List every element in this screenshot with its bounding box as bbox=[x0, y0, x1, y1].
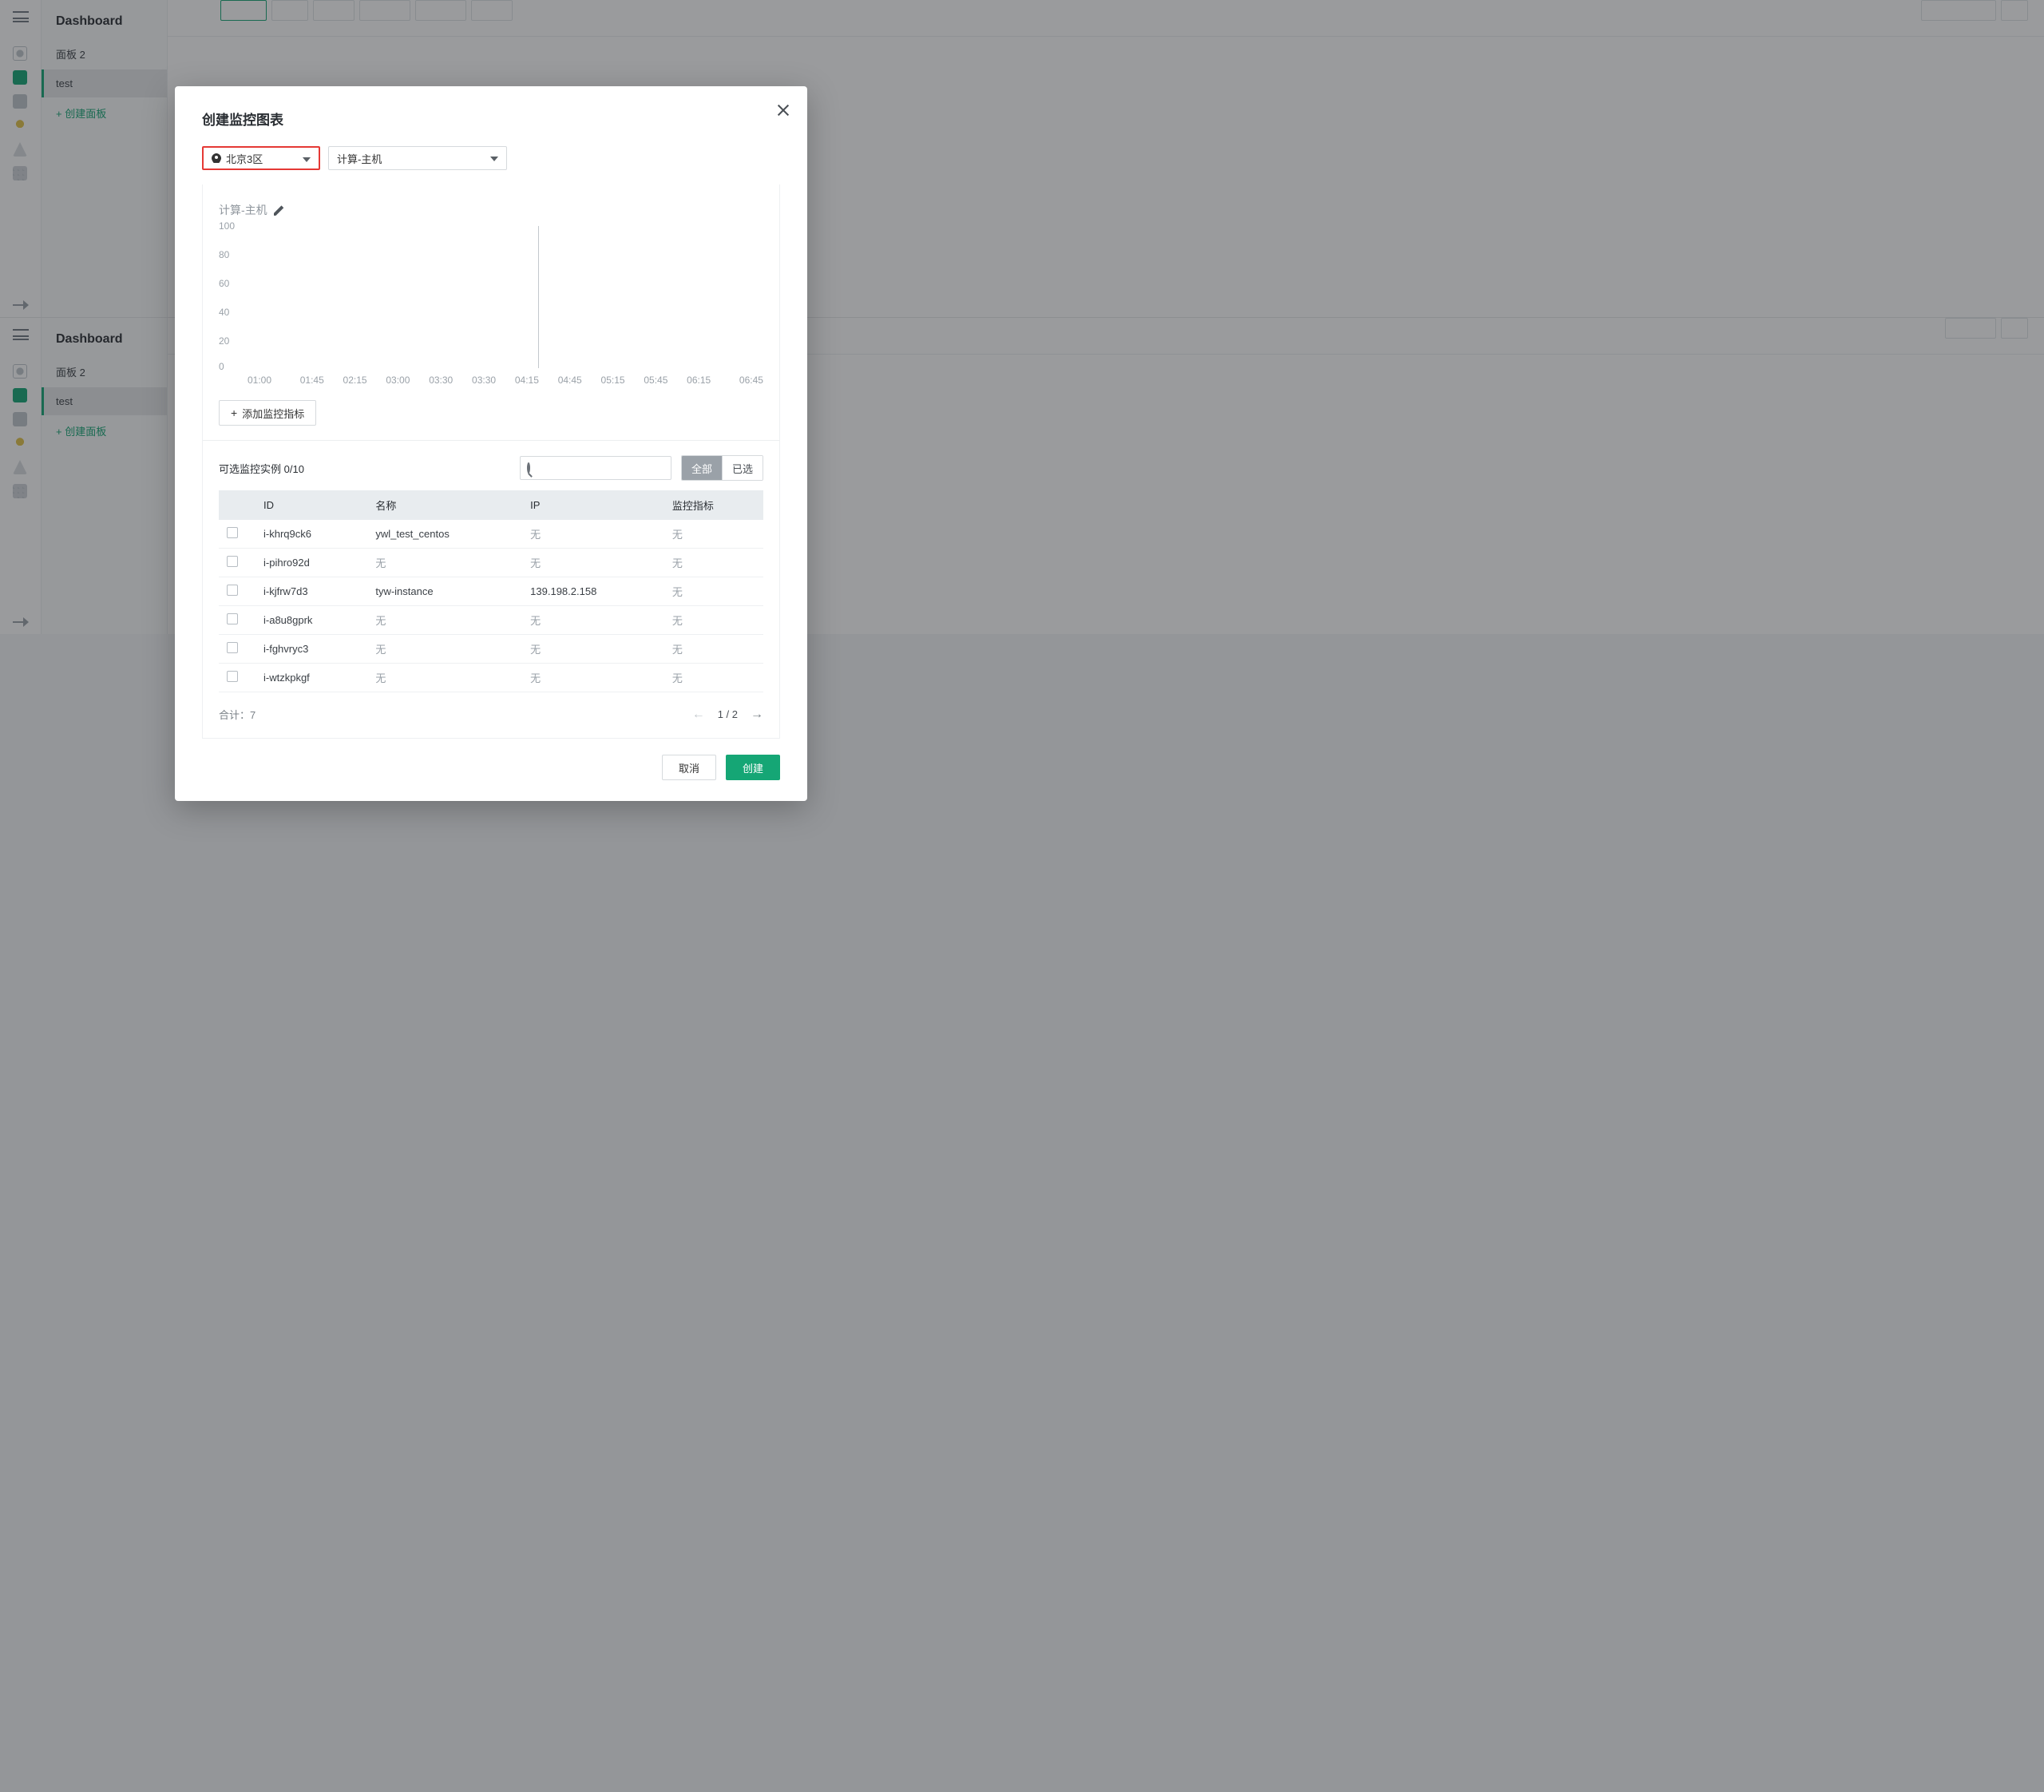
ytick-80: 80 bbox=[219, 249, 229, 260]
modal-actions: 取消 创建 bbox=[202, 755, 780, 780]
add-metric-label: 添加监控指标 bbox=[242, 406, 304, 421]
chart-title: 计算-主机 bbox=[219, 202, 267, 218]
ytick-40: 40 bbox=[219, 307, 229, 318]
xt6: 04:15 bbox=[505, 375, 549, 386]
cell-ip: 无 bbox=[522, 549, 664, 577]
cell-ip: 无 bbox=[522, 520, 664, 549]
ytick-100: 100 bbox=[219, 220, 235, 232]
close-icon[interactable] bbox=[775, 102, 791, 118]
cell-id: i-pihro92d bbox=[256, 549, 367, 577]
chart-panel: 计算-主机 100 80 60 40 20 0 01:00 01:45 02:1… bbox=[202, 184, 780, 739]
xt3: 03:00 bbox=[376, 375, 419, 386]
cell-id: i-fghvryc3 bbox=[256, 635, 367, 664]
selector-row: 北京3区 计算-主机 bbox=[202, 146, 780, 170]
page-indicator: 1 / 2 bbox=[718, 708, 738, 720]
cell-metric: 无 bbox=[664, 635, 763, 664]
xt1: 01:45 bbox=[291, 375, 334, 386]
cell-metric: 无 bbox=[664, 664, 763, 692]
create-button[interactable]: 创建 bbox=[726, 755, 780, 780]
table-row[interactable]: i-khrq9ck6ywl_test_centos无无 bbox=[219, 520, 763, 549]
cell-name: 无 bbox=[367, 549, 522, 577]
row-checkbox[interactable] bbox=[227, 556, 238, 567]
cell-name: 无 bbox=[367, 606, 522, 635]
xt8: 05:15 bbox=[592, 375, 635, 386]
add-metric-button[interactable]: + 添加监控指标 bbox=[219, 400, 316, 426]
row-checkbox[interactable] bbox=[227, 642, 238, 653]
col-id: ID bbox=[256, 490, 367, 520]
instances-table: ID 名称 IP 监控指标 i-khrq9ck6ywl_test_centos无… bbox=[219, 490, 763, 692]
xt7: 04:45 bbox=[549, 375, 592, 386]
xt4: 03:30 bbox=[419, 375, 462, 386]
region-value: 北京3区 bbox=[226, 151, 263, 166]
instances-label-text: 可选监控实例 bbox=[219, 463, 284, 475]
modal-title: 创建监控图表 bbox=[202, 109, 780, 129]
cell-id: i-kjfrw7d3 bbox=[256, 577, 367, 606]
edit-title-icon[interactable] bbox=[274, 204, 285, 216]
region-select[interactable]: 北京3区 bbox=[202, 146, 320, 170]
cell-name: ywl_test_centos bbox=[367, 520, 522, 549]
chart-area: 100 80 60 40 20 0 01:00 01:45 02:15 03:0… bbox=[219, 226, 763, 386]
location-pin-icon bbox=[212, 153, 221, 163]
xt9: 05:45 bbox=[634, 375, 677, 386]
instances-label: 可选监控实例 0/10 bbox=[219, 461, 304, 476]
page-next-icon[interactable]: → bbox=[751, 708, 763, 722]
cell-metric: 无 bbox=[664, 520, 763, 549]
pager: ← 1 / 2 → bbox=[692, 708, 763, 722]
xt0: 01:00 bbox=[248, 375, 291, 386]
ytick-60: 60 bbox=[219, 278, 229, 289]
table-row[interactable]: i-wtzkpkgf无无无 bbox=[219, 664, 763, 692]
cell-ip: 139.198.2.158 bbox=[522, 577, 664, 606]
ytick-0: 0 bbox=[219, 361, 224, 372]
xt2: 02:15 bbox=[334, 375, 377, 386]
cancel-button[interactable]: 取消 bbox=[662, 755, 716, 780]
col-metric: 监控指标 bbox=[664, 490, 763, 520]
instances-count: 0/10 bbox=[284, 463, 304, 475]
xt5: 03:30 bbox=[462, 375, 505, 386]
col-name: 名称 bbox=[367, 490, 522, 520]
filter-all-button[interactable]: 全部 bbox=[682, 456, 722, 480]
xticks: 01:00 01:45 02:15 03:00 03:30 03:30 04:1… bbox=[248, 375, 763, 386]
instances-header: 可选监控实例 0/10 全部 已选 bbox=[219, 455, 763, 481]
resource-type-select[interactable]: 计算-主机 bbox=[328, 146, 507, 170]
cell-id: i-khrq9ck6 bbox=[256, 520, 367, 549]
filter-segmented: 全部 已选 bbox=[681, 455, 763, 481]
xt11: 06:45 bbox=[720, 375, 763, 386]
filter-selected-button[interactable]: 已选 bbox=[722, 456, 763, 480]
row-checkbox[interactable] bbox=[227, 613, 238, 624]
cell-ip: 无 bbox=[522, 606, 664, 635]
page-prev-icon[interactable]: ← bbox=[692, 708, 705, 722]
cell-name: 无 bbox=[367, 664, 522, 692]
table-row[interactable]: i-kjfrw7d3tyw-instance139.198.2.158无 bbox=[219, 577, 763, 606]
cell-metric: 无 bbox=[664, 549, 763, 577]
row-checkbox[interactable] bbox=[227, 585, 238, 596]
ytick-20: 20 bbox=[219, 335, 229, 347]
cell-name: tyw-instance bbox=[367, 577, 522, 606]
row-checkbox[interactable] bbox=[227, 527, 238, 538]
resource-type-value: 计算-主机 bbox=[337, 151, 382, 166]
chart-cursor-line bbox=[538, 226, 539, 368]
cell-id: i-a8u8gprk bbox=[256, 606, 367, 635]
cell-id: i-wtzkpkgf bbox=[256, 664, 367, 692]
search-input[interactable] bbox=[535, 462, 675, 474]
search-input-wrap[interactable] bbox=[520, 456, 671, 480]
xt10: 06:15 bbox=[677, 375, 720, 386]
cell-ip: 无 bbox=[522, 635, 664, 664]
plus-icon: + bbox=[231, 407, 237, 418]
create-chart-modal: 创建监控图表 北京3区 计算-主机 计算-主机 100 80 60 40 20 … bbox=[175, 86, 807, 801]
table-footer: 合计：7 ← 1 / 2 → bbox=[219, 707, 763, 722]
table-row[interactable]: i-fghvryc3无无无 bbox=[219, 635, 763, 664]
cell-metric: 无 bbox=[664, 577, 763, 606]
table-row[interactable]: i-pihro92d无无无 bbox=[219, 549, 763, 577]
col-check bbox=[219, 490, 256, 520]
search-icon bbox=[527, 462, 530, 474]
cell-name: 无 bbox=[367, 635, 522, 664]
col-ip: IP bbox=[522, 490, 664, 520]
table-row[interactable]: i-a8u8gprk无无无 bbox=[219, 606, 763, 635]
row-checkbox[interactable] bbox=[227, 671, 238, 682]
divider bbox=[203, 440, 779, 441]
cell-ip: 无 bbox=[522, 664, 664, 692]
cell-metric: 无 bbox=[664, 606, 763, 635]
total-label: 合计：7 bbox=[219, 707, 256, 722]
